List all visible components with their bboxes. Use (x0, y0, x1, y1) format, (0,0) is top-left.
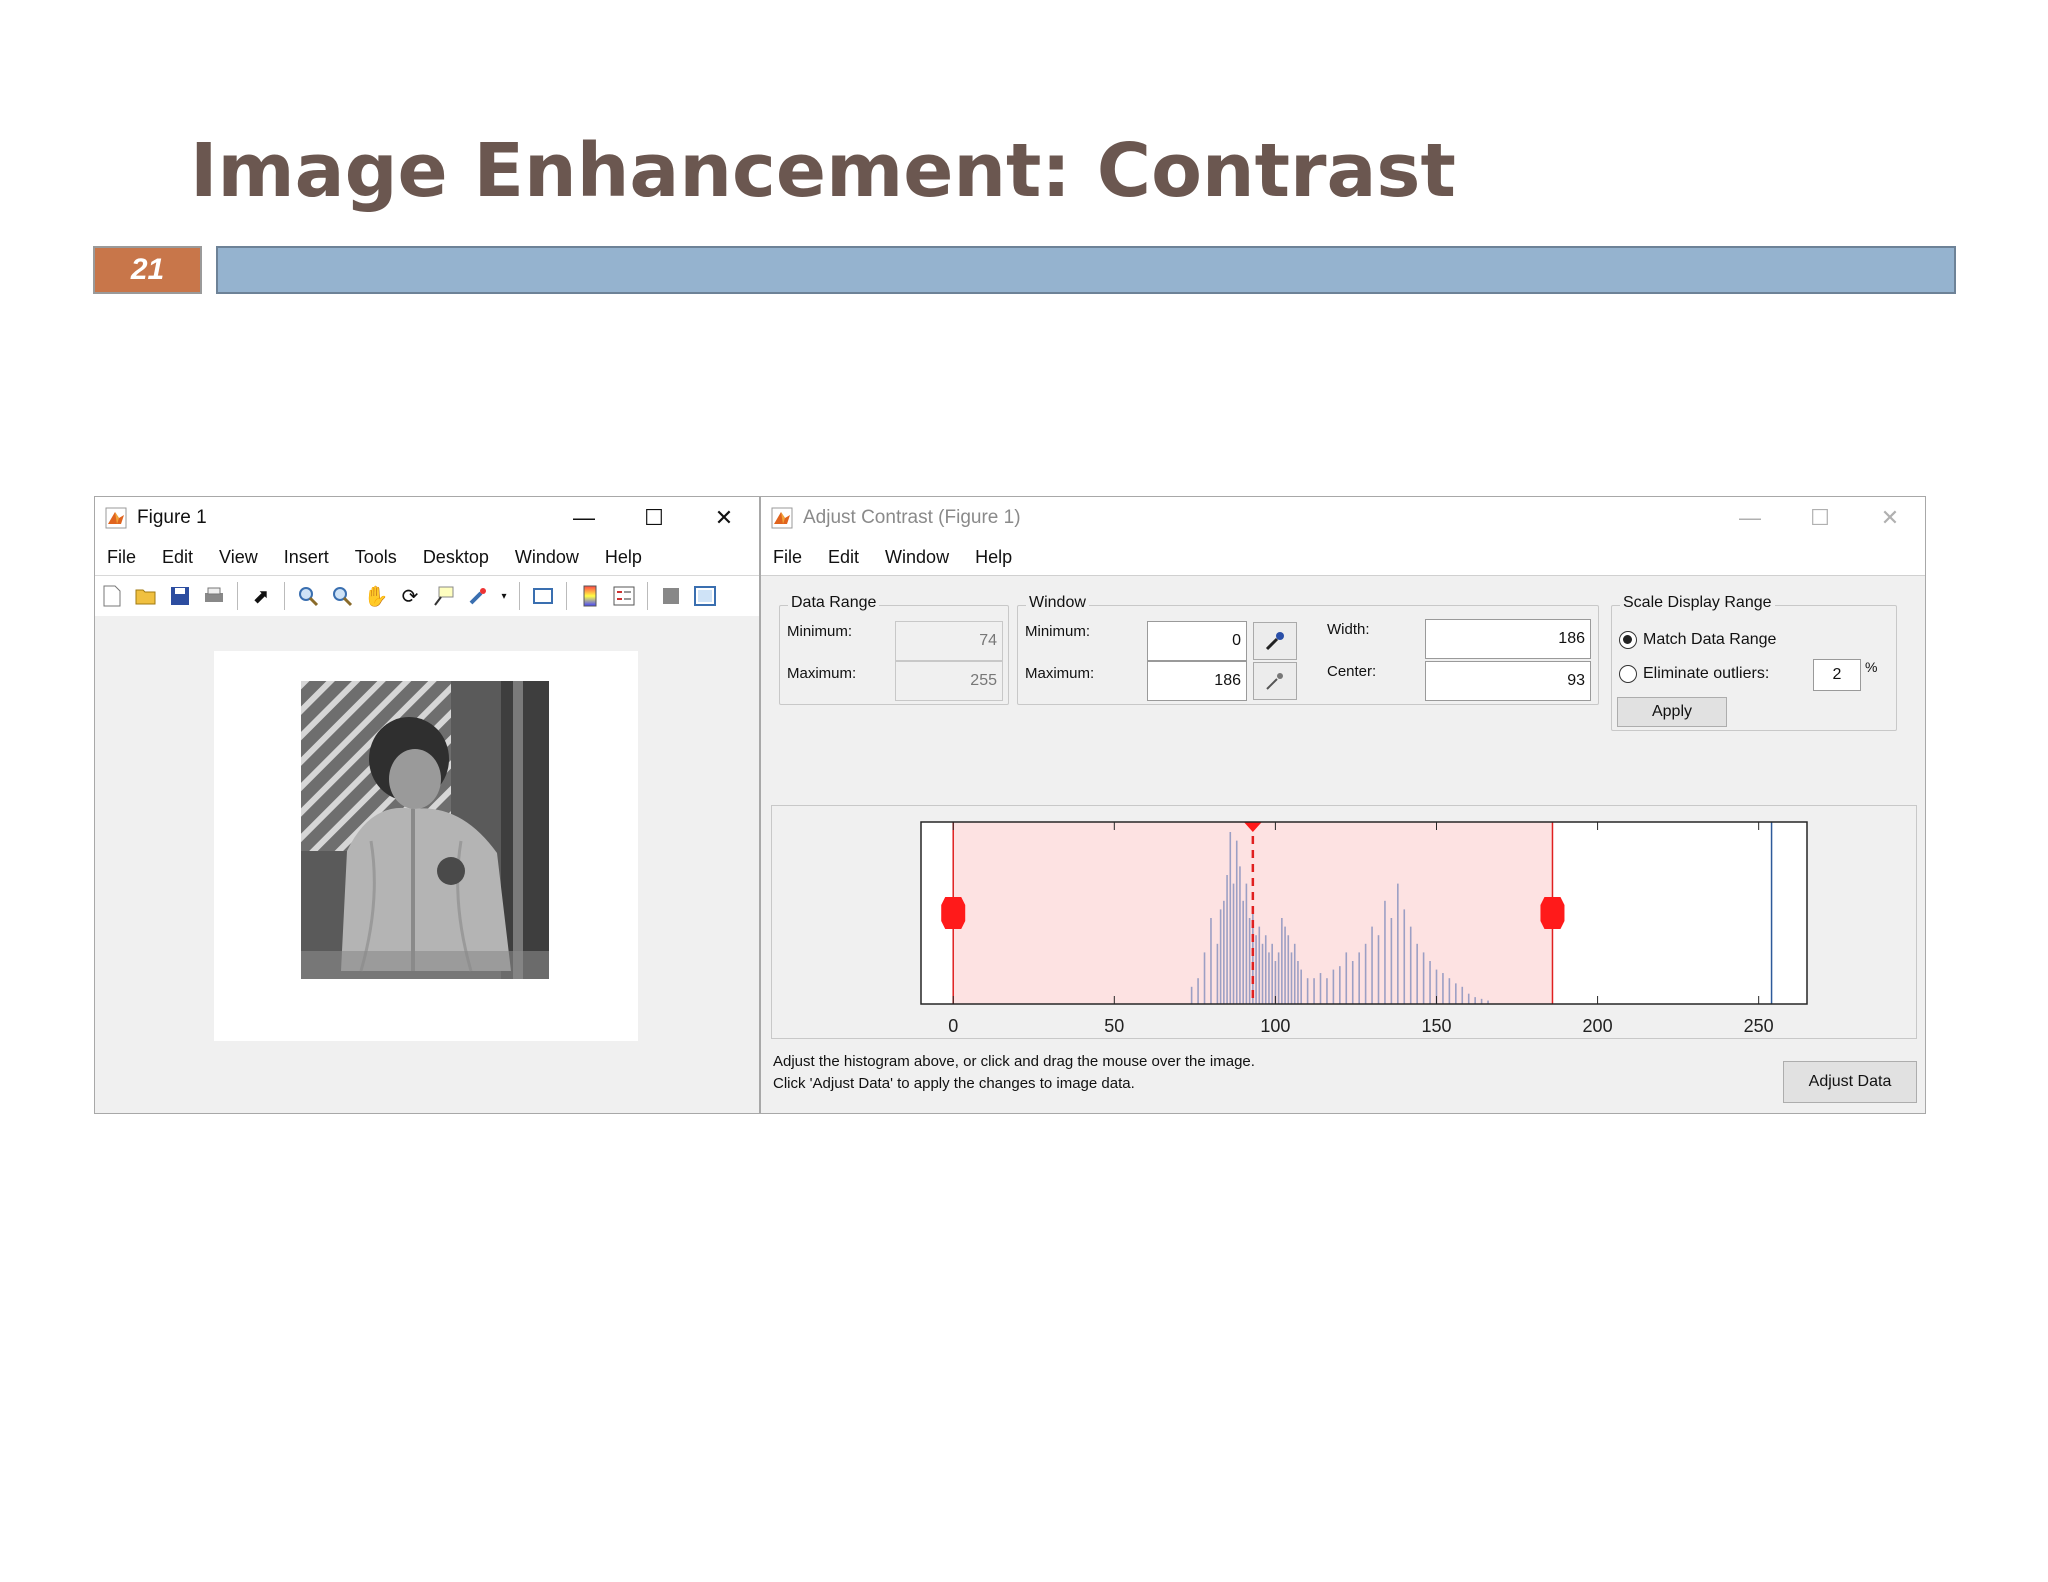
save-icon[interactable] (167, 583, 193, 609)
menu-help[interactable]: Help (975, 547, 1012, 568)
menu-desktop[interactable]: Desktop (423, 547, 489, 568)
figure-menubar: File Edit View Insert Tools Desktop Wind… (95, 539, 759, 575)
x-tick-label: 250 (1744, 1016, 1774, 1036)
menu-help[interactable]: Help (605, 547, 642, 568)
figure-canvas (95, 617, 759, 1113)
window-max-input[interactable]: 186 (1147, 661, 1247, 701)
menu-file[interactable]: File (107, 547, 136, 568)
x-tick-label: 0 (948, 1016, 958, 1036)
window-max-label: Maximum: (1025, 665, 1095, 682)
toolbar-separator (519, 582, 520, 610)
contrast-window-controls: — ☐ ✕ (1715, 497, 1925, 539)
menu-window[interactable]: Window (885, 547, 949, 568)
eyedropper-min-button[interactable] (1253, 622, 1297, 660)
grayscale-photo[interactable] (301, 681, 549, 979)
new-file-icon[interactable] (99, 583, 125, 609)
minimize-icon[interactable]: — (1715, 497, 1785, 539)
hide-plot-tools-icon[interactable] (658, 583, 684, 609)
minimize-icon[interactable]: — (549, 497, 619, 539)
width-input[interactable]: 186 (1425, 619, 1591, 659)
center-label: Center: (1327, 663, 1377, 680)
matlab-icon (105, 507, 127, 529)
x-tick-label: 50 (1104, 1016, 1124, 1036)
colorbar-icon[interactable] (577, 583, 603, 609)
contrast-title-bar: Adjust Contrast (Figure 1) — ☐ ✕ (761, 497, 1925, 539)
zoom-out-icon[interactable] (329, 583, 355, 609)
show-plot-tools-icon[interactable] (692, 583, 718, 609)
window-min-input[interactable]: 0 (1147, 621, 1247, 661)
figure-toolbar: ⬈ ✋ ⟳ ▾ (95, 575, 759, 616)
data-min-field: 74 (895, 621, 1003, 661)
eyedropper-max-button[interactable] (1253, 662, 1297, 700)
zoom-in-icon[interactable] (295, 583, 321, 609)
maximize-icon[interactable]: ☐ (619, 497, 689, 539)
adjust-data-button[interactable]: Adjust Data (1783, 1061, 1917, 1103)
legend-icon[interactable] (611, 583, 637, 609)
x-tick-label: 100 (1260, 1016, 1290, 1036)
center-input[interactable]: 93 (1425, 661, 1591, 701)
figure-window: Figure 1 — ☐ ✕ File Edit View Insert Too… (94, 496, 760, 1114)
figure-window-controls: — ☐ ✕ (549, 497, 759, 539)
chevron-down-icon[interactable]: ▾ (499, 583, 509, 609)
figure-title-bar: Figure 1 — ☐ ✕ (95, 497, 759, 539)
title-bar-decoration (216, 246, 1956, 294)
toolbar-separator (566, 582, 567, 610)
brush-icon[interactable] (465, 583, 491, 609)
x-tick-label: 200 (1583, 1016, 1613, 1036)
menu-file[interactable]: File (773, 547, 802, 568)
histogram-panel: 0 50 100 150 200 250 (771, 805, 1917, 1039)
window-group-label: Window (1026, 594, 1089, 612)
eyedropper-icon (1265, 632, 1284, 651)
percent-sign: % (1865, 659, 1878, 675)
apply-button[interactable]: Apply (1617, 697, 1727, 727)
match-data-range-radio[interactable] (1619, 631, 1637, 649)
axes-area (214, 651, 638, 1041)
close-icon[interactable]: ✕ (689, 497, 759, 539)
open-folder-icon[interactable] (133, 583, 159, 609)
data-max-field: 255 (895, 661, 1003, 701)
data-cursor-icon[interactable] (431, 583, 457, 609)
toolbar-separator (237, 582, 238, 610)
contrast-menubar: File Edit Window Help (761, 539, 1925, 576)
width-label: Width: (1327, 621, 1370, 638)
x-tick-label: 150 (1421, 1016, 1451, 1036)
window-min-label: Minimum: (1025, 623, 1091, 640)
data-range-label: Data Range (788, 594, 880, 612)
contrast-title: Adjust Contrast (Figure 1) (803, 507, 1021, 528)
adjust-contrast-window: Adjust Contrast (Figure 1) — ☐ ✕ File Ed… (760, 496, 1926, 1114)
rotate-3d-icon[interactable]: ⟳ (397, 583, 423, 609)
menu-insert[interactable]: Insert (284, 547, 329, 568)
matlab-icon (771, 507, 793, 529)
pan-hand-icon[interactable]: ✋ (363, 583, 389, 609)
match-data-range-label[interactable]: Match Data Range (1643, 631, 1776, 649)
close-icon[interactable]: ✕ (1855, 497, 1925, 539)
menu-edit[interactable]: Edit (162, 547, 193, 568)
maximize-icon[interactable]: ☐ (1785, 497, 1855, 539)
slide-number: 21 (130, 253, 165, 286)
toolbar-separator (647, 582, 648, 610)
menu-view[interactable]: View (219, 547, 258, 568)
menu-tools[interactable]: Tools (355, 547, 397, 568)
print-icon[interactable] (201, 583, 227, 609)
link-plot-icon[interactable] (530, 583, 556, 609)
data-max-label: Maximum: (787, 665, 857, 682)
toolbar-separator (284, 582, 285, 610)
eliminate-outliers-label[interactable]: Eliminate outliers: (1643, 665, 1769, 683)
slide-number-box: 21 (93, 246, 202, 294)
data-min-label: Minimum: (787, 623, 853, 640)
help-text-line1: Adjust the histogram above, or click and… (773, 1053, 1255, 1070)
figure-title: Figure 1 (137, 507, 207, 528)
outlier-percent-input[interactable]: 2 (1813, 659, 1861, 691)
eliminate-outliers-radio[interactable] (1619, 665, 1637, 683)
scale-range-label: Scale Display Range (1620, 594, 1775, 612)
menu-window[interactable]: Window (515, 547, 579, 568)
histogram-chart[interactable]: 0 50 100 150 200 250 (772, 806, 1916, 1038)
window-min-handle (941, 897, 966, 929)
pointer-icon[interactable]: ⬈ (248, 583, 274, 609)
help-text-line2: Click 'Adjust Data' to apply the changes… (773, 1075, 1135, 1092)
eyedropper-icon (1266, 673, 1283, 690)
window-max-handle (1540, 897, 1565, 929)
menu-edit[interactable]: Edit (828, 547, 859, 568)
slide-title: Image Enhancement: Contrast (190, 128, 1456, 214)
